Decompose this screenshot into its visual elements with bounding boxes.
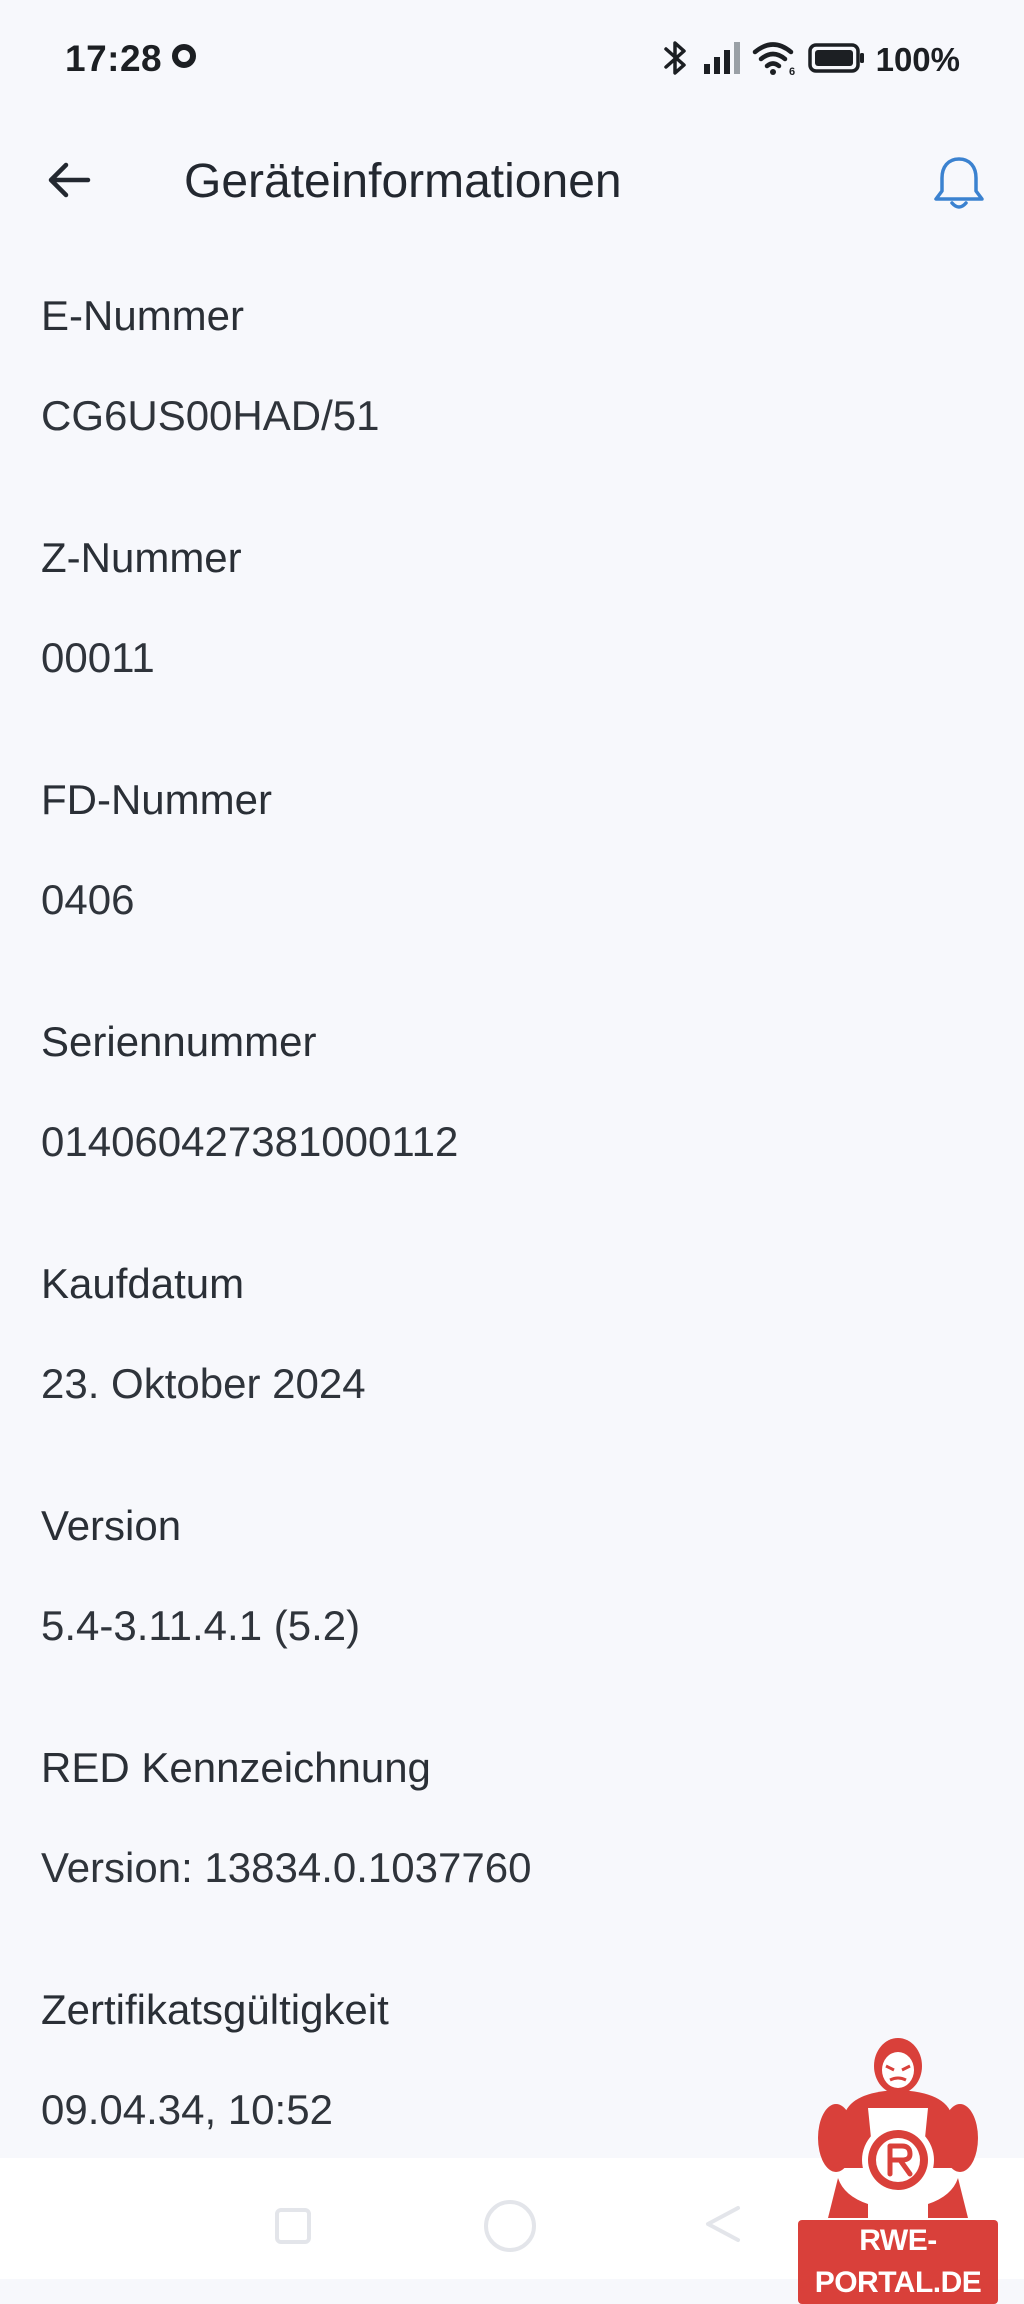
recent-apps-button[interactable] <box>275 2208 311 2244</box>
info-value: Version: 13834.0.1037760 <box>41 1844 532 1891</box>
battery-percentage: 100% <box>875 41 960 78</box>
info-label: Kaufdatum <box>41 1260 245 1307</box>
status-bar: 17:28 6 100% <box>0 0 1024 120</box>
page-title: Geräteinformationen <box>184 155 622 208</box>
wifi-icon: 6 <box>752 40 798 81</box>
info-value: 0406 <box>41 876 135 923</box>
home-button[interactable] <box>484 2200 536 2252</box>
info-value: 5.4-3.11.4.1 (5.2) <box>41 1602 361 1649</box>
mascot-logo-icon <box>818 2038 978 2218</box>
info-label: Seriennummer <box>41 1018 317 1065</box>
watermark-text: RWE-PORTAL.DE <box>798 2220 998 2304</box>
system-back-button[interactable] <box>700 2202 744 2251</box>
info-item-seriennummer: Seriennummer 014060427381000112 <box>41 1016 981 1258</box>
info-value: 23. Oktober 2024 <box>41 1360 366 1407</box>
bell-icon <box>930 153 988 218</box>
recording-indicator-icon <box>172 44 196 68</box>
info-label: E-Nummer <box>41 292 245 339</box>
battery-icon <box>807 42 866 79</box>
info-label: FD-Nummer <box>41 776 272 823</box>
info-value: CG6US00HAD/51 <box>41 392 380 439</box>
app-bar: Geräteinformationen <box>0 130 1024 240</box>
svg-text:6: 6 <box>789 66 795 76</box>
device-info-list: E-Nummer CG6US00HAD/51 Z-Nummer 00011 FD… <box>41 290 981 2226</box>
status-time: 17:28 <box>65 38 163 79</box>
info-item-kaufdatum: Kaufdatum 23. Oktober 2024 <box>41 1258 981 1500</box>
info-item-fd-nummer: FD-Nummer 0406 <box>41 774 981 1016</box>
back-button[interactable] <box>40 152 100 212</box>
notifications-button[interactable] <box>924 150 994 220</box>
arrow-left-icon <box>46 156 94 209</box>
info-label: RED Kennzeichnung <box>41 1744 431 1791</box>
info-label: Z-Nummer <box>41 534 242 581</box>
info-item-red-kennzeichnung: RED Kennzeichnung Version: 13834.0.10377… <box>41 1742 981 1984</box>
info-value: 00011 <box>41 634 155 681</box>
info-label: Version <box>41 1502 182 1549</box>
bluetooth-icon <box>658 38 692 83</box>
info-item-z-nummer: Z-Nummer 00011 <box>41 532 981 774</box>
cell-signal-icon <box>702 40 742 81</box>
status-icons: 6 100% <box>658 38 960 82</box>
info-item-e-nummer: E-Nummer CG6US00HAD/51 <box>41 290 981 532</box>
watermark-logo: RWE-PORTAL.DE <box>798 2028 998 2304</box>
info-item-version: Version 5.4-3.11.4.1 (5.2) <box>41 1500 981 1742</box>
info-value: 014060427381000112 <box>41 1118 459 1165</box>
